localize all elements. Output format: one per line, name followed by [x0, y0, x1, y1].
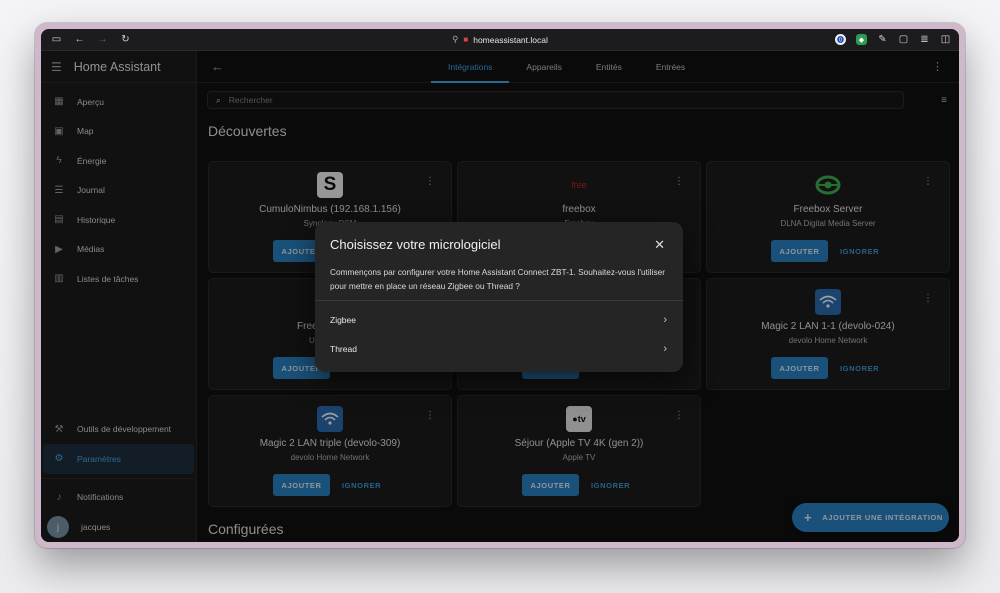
lock-icon: ■ [463, 35, 469, 44]
reload-icon[interactable]: ↻ [120, 34, 131, 45]
chevron-right-icon: › [663, 314, 667, 326]
desktop-background: ▭ ← → ↻ ⚲ ■ homeassistant.local ⓿ ◆ ✎ ▢ … [0, 0, 1000, 593]
dialog-body: Commençons par configurer votre Home Ass… [330, 267, 665, 291]
shield-extension-icon[interactable]: ◆ [856, 34, 867, 45]
reader-icon[interactable]: ≣ [919, 34, 930, 45]
chevron-right-icon: › [663, 343, 667, 355]
forward-arrow-icon[interactable]: → [97, 34, 108, 45]
split-view-icon[interactable]: ◫ [940, 34, 951, 45]
dialog-title: Choisissez votre micrologiciel [330, 237, 501, 252]
firmware-dialog: Choisissez votre micrologiciel ✕ Commenç… [315, 222, 683, 372]
option-zigbee[interactable]: Zigbee › [330, 310, 667, 330]
dialog-divider [315, 300, 683, 301]
option-thread[interactable]: Thread › [330, 339, 667, 359]
browser-toolbar: ▭ ← → ↻ ⚲ ■ homeassistant.local ⓿ ◆ ✎ ▢ … [41, 29, 959, 51]
back-arrow-icon[interactable]: ← [74, 34, 85, 45]
link-icon: ⚲ [452, 34, 459, 44]
pen-icon[interactable]: ✎ [877, 34, 888, 45]
address-bar[interactable]: ⚲ ■ homeassistant.local [452, 34, 548, 45]
url-text: homeassistant.local [473, 34, 548, 45]
browser-window: ▭ ← → ↻ ⚲ ■ homeassistant.local ⓿ ◆ ✎ ▢ … [35, 23, 965, 548]
option-label: Thread [330, 344, 357, 354]
password-extension-icon[interactable]: ⓿ [835, 34, 846, 45]
browser-content: ▭ ← → ↻ ⚲ ■ homeassistant.local ⓿ ◆ ✎ ▢ … [41, 29, 959, 542]
close-icon[interactable]: ✕ [654, 237, 665, 253]
chat-icon[interactable]: ▢ [898, 34, 909, 45]
sidebar-toggle-icon[interactable]: ▭ [51, 34, 62, 45]
option-label: Zigbee [330, 315, 356, 325]
